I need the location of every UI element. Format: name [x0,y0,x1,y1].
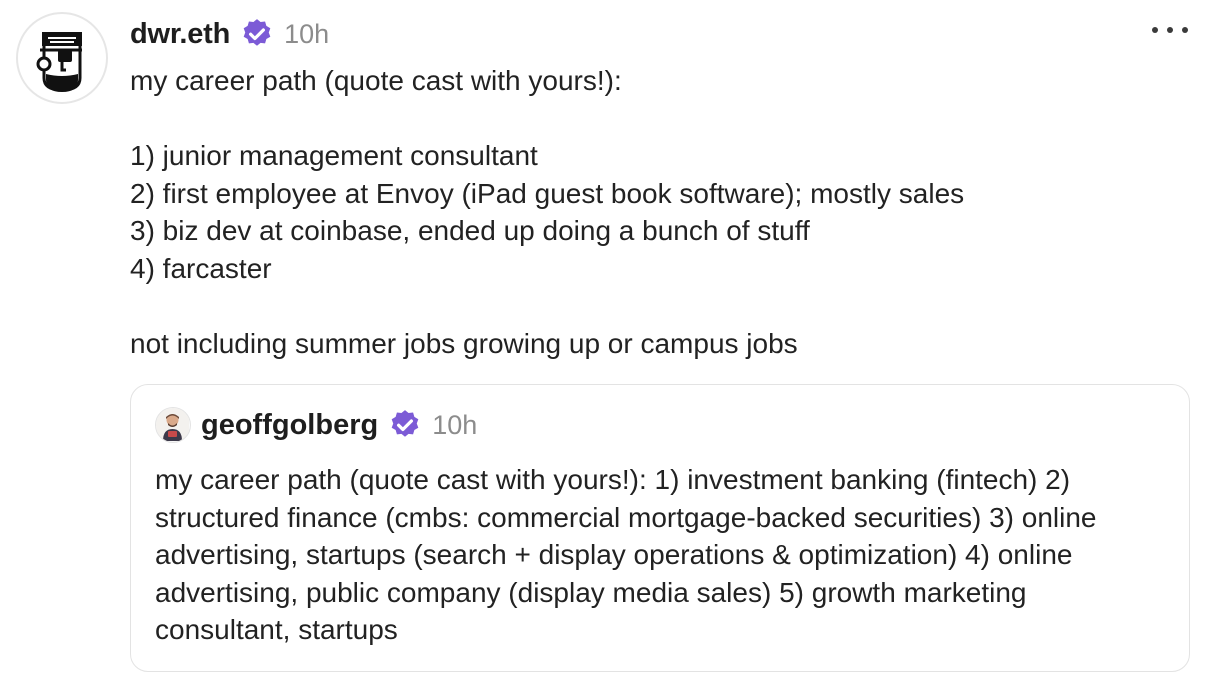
post-line [130,287,1180,325]
quoted-timestamp[interactable]: 10h [432,410,477,441]
quoted-cast[interactable]: geoffgolberg 10h my career path (quote c… [130,384,1190,672]
author-name[interactable]: dwr.eth [130,18,230,51]
person-avatar-icon [156,408,189,441]
pirate-avatar-icon [36,32,82,92]
more-options-icon[interactable] [1152,20,1188,40]
author-avatar[interactable] [16,12,108,104]
post-timestamp[interactable]: 10h [284,19,329,50]
verified-badge-icon [388,408,422,442]
quoted-author-name[interactable]: geoffgolberg [201,409,378,442]
quoted-cast-header: geoffgolberg 10h [155,405,477,445]
post-line [130,100,1180,138]
post-line: 4) farcaster [130,252,272,284]
post-line: 3) biz dev at coinbase, ended up doing a… [130,215,810,246]
quoted-author-avatar[interactable] [155,407,191,443]
post-line: 2) first employee at Envoy (iPad guest b… [130,177,965,209]
post-line: 1) junior management consultant [130,140,538,171]
post-body: my career path (quote cast with yours!):… [130,62,1180,362]
post-header: dwr.eth 10h [130,14,329,54]
quoted-cast-text: my career path (quote cast with yours!):… [155,464,1097,645]
verified-badge-icon [240,17,274,51]
post-line: my career path (quote cast with yours!): [130,65,622,96]
post-line: not including summer jobs growing up or … [130,327,798,359]
